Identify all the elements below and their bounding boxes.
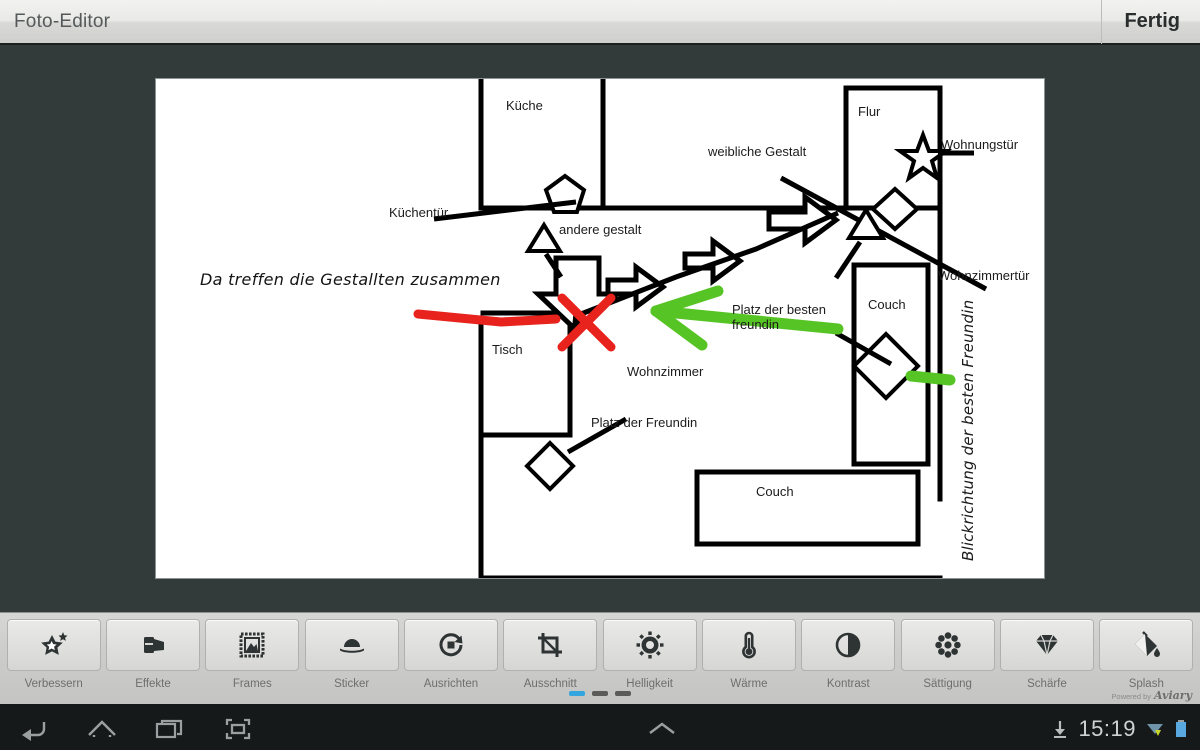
back-icon — [22, 721, 46, 741]
page-indicator — [0, 691, 1200, 696]
rotate-icon — [439, 633, 463, 657]
tool-waerme[interactable]: Wärme — [699, 619, 798, 690]
tool-label: Frames — [232, 678, 272, 690]
tool-button[interactable] — [999, 619, 1094, 671]
tool-verbessern[interactable]: Verbessern — [4, 619, 103, 690]
label-flur: Flur — [858, 104, 881, 119]
tool-button[interactable] — [701, 619, 796, 671]
tool-button[interactable] — [900, 619, 995, 671]
tool-helligkeit[interactable]: Helligkeit — [600, 619, 699, 690]
tool-ausrichten[interactable]: Ausrichten — [401, 619, 500, 690]
tool-label: Ausschnitt — [523, 678, 577, 690]
home-icon — [88, 719, 116, 737]
label-weibliche-gestalt: weibliche Gestalt — [708, 144, 807, 159]
label-kueche: Küche — [506, 98, 543, 113]
label-kuechentuer: Küchentür — [389, 205, 449, 220]
done-button[interactable]: Fertig — [1101, 0, 1200, 44]
tool-list: Verbessern Effekte Frames Sticker Ausric… — [0, 613, 1200, 690]
tool-sticker[interactable]: Sticker — [302, 619, 401, 690]
label-platz-der-freundin: Platz der Freundin — [591, 415, 698, 430]
clock: 15:19 — [1078, 715, 1136, 741]
screenshot-button[interactable] — [204, 707, 272, 750]
tool-label: Wärme — [730, 678, 768, 690]
label-wohnzimmertuer: Wohnzimmertür — [938, 268, 1030, 283]
android-navbar: 15:19 — [0, 707, 1200, 750]
tool-label: Sticker — [334, 678, 370, 690]
sticker-icon — [339, 639, 364, 653]
tool-effekte[interactable]: Effekte — [103, 619, 202, 690]
brightness-sun-icon — [636, 631, 664, 659]
page-dot-1[interactable] — [569, 691, 585, 696]
label-andere-gestalt: andere gestalt — [559, 222, 642, 237]
label-wohnungstuer: Wohnungstür — [941, 137, 1019, 152]
saturation-dots-icon — [934, 632, 961, 658]
tool-label: Kontrast — [826, 678, 870, 690]
tool-button[interactable] — [602, 619, 697, 671]
titlebar: Foto-Editor Fertig — [0, 0, 1200, 45]
label-wohnzimmer: Wohnzimmer — [627, 364, 704, 379]
editor-stage: Küche Küchentür weibliche Gestalt Flur W… — [0, 45, 1200, 612]
floor-plan-svg — [413, 79, 988, 578]
powered-by-prefix: Powered by — [1111, 692, 1152, 701]
tool-ausschnitt[interactable]: Ausschnitt — [501, 619, 600, 690]
tool-button[interactable] — [403, 619, 498, 671]
image-canvas[interactable]: Küche Küchentür weibliche Gestalt Flur W… — [156, 79, 1044, 578]
label-tisch: Tisch — [492, 342, 523, 357]
home-button[interactable] — [68, 707, 136, 750]
tool-button[interactable] — [304, 619, 399, 671]
page-title: Foto-Editor — [14, 10, 111, 32]
floor-plan-drawing: Küche Küchentür weibliche Gestalt Flur W… — [156, 79, 1044, 578]
tool-strip: Verbessern Effekte Frames Sticker Ausric… — [0, 612, 1200, 707]
label-couch-right: Couch — [868, 297, 906, 312]
tool-label: Helligkeit — [626, 678, 673, 690]
frame-icon — [239, 632, 265, 658]
recents-button[interactable] — [136, 707, 204, 750]
label-platz-der-besten-freundin: Platz der besten freundin — [732, 302, 826, 332]
magic-star-icon — [40, 632, 68, 655]
tool-label: Verbessern — [24, 678, 83, 690]
tool-label: Effekte — [135, 678, 171, 690]
tool-label: Ausrichten — [423, 678, 479, 690]
tool-label: Schärfe — [1027, 678, 1067, 690]
battery-icon — [1176, 719, 1186, 737]
wifi-icon — [1147, 723, 1163, 736]
tool-button[interactable] — [205, 619, 300, 671]
expand-notifications-button[interactable] — [632, 720, 692, 738]
label-blickrichtung: Blickrichtung der besten Freundin — [959, 299, 977, 561]
download-icon — [1054, 720, 1067, 738]
system-status-area[interactable]: 15:19 — [1051, 716, 1200, 742]
tool-schaerfe[interactable]: Schärfe — [997, 619, 1096, 690]
page-dot-3[interactable] — [615, 691, 631, 696]
tool-button[interactable] — [503, 619, 598, 671]
tool-frames[interactable]: Frames — [203, 619, 302, 690]
recents-icon — [155, 719, 183, 738]
thermometer-icon — [742, 631, 756, 659]
photo-editor-screen: Foto-Editor Fertig Küche Küchentür weibl… — [0, 0, 1200, 750]
tool-label: Sättigung — [923, 678, 972, 690]
aviary-logo: Aviary — [1154, 689, 1192, 702]
label-annotation-red: Da treffen die Gestallten zusammen — [200, 270, 501, 289]
page-dot-2[interactable] — [592, 691, 608, 696]
tool-button[interactable] — [6, 619, 101, 671]
diamond-icon — [1035, 634, 1058, 656]
chevron-up-icon — [648, 722, 675, 734]
screenshot-icon — [225, 718, 251, 739]
tool-button[interactable] — [801, 619, 896, 671]
contrast-circle-icon — [835, 632, 861, 658]
tool-saettigung[interactable]: Sättigung — [898, 619, 997, 690]
effects-icon — [143, 637, 164, 653]
tool-kontrast[interactable]: Kontrast — [799, 619, 898, 690]
powered-by: Powered by Aviary — [1111, 689, 1192, 702]
back-button[interactable] — [0, 707, 68, 750]
paint-bucket-icon — [1135, 631, 1161, 657]
tool-button[interactable] — [105, 619, 200, 671]
label-couch-bottom: Couch — [756, 484, 794, 499]
tool-splash[interactable]: Splash — [1097, 619, 1196, 690]
crop-icon — [538, 633, 563, 657]
tool-button[interactable] — [1099, 619, 1194, 671]
